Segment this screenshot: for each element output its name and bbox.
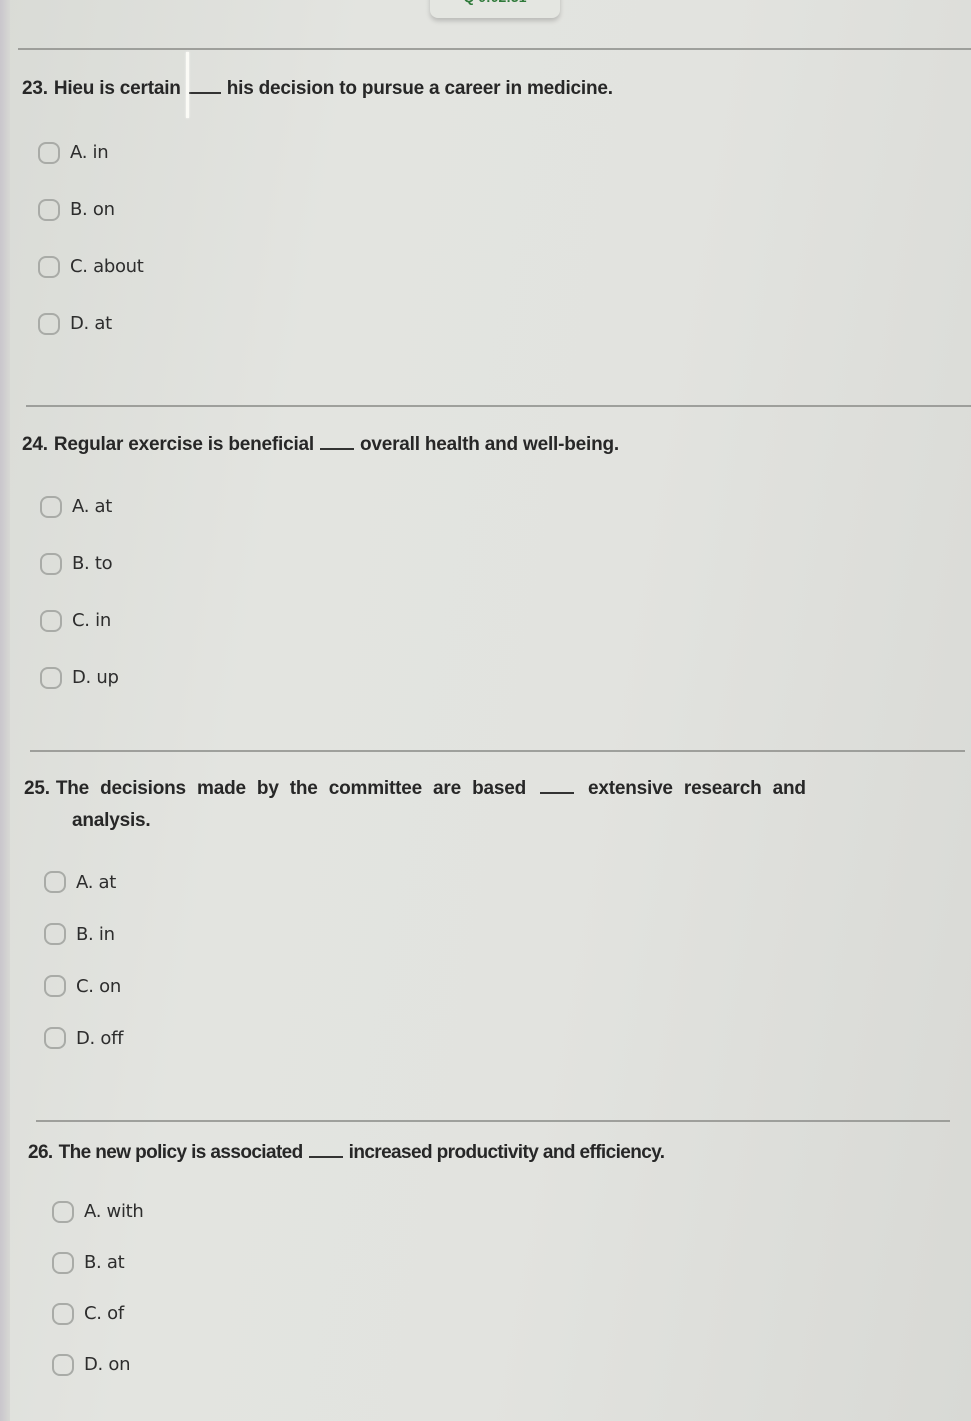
option-23-a[interactable]: A. in <box>38 124 144 181</box>
option-25-c[interactable]: C. on <box>44 960 123 1012</box>
radio-icon[interactable] <box>52 1302 74 1325</box>
option-26-a[interactable]: A. with <box>52 1186 144 1237</box>
divider <box>36 1120 950 1122</box>
radio-icon[interactable] <box>40 609 62 632</box>
option-24-c[interactable]: C. in <box>40 592 119 649</box>
option-23-d[interactable]: D. at <box>38 295 144 352</box>
radio-icon[interactable] <box>52 1200 74 1223</box>
timer-label: Q 0:02:51 <box>463 0 526 5</box>
option-23-b[interactable]: B. on <box>38 181 144 238</box>
question-number: 24. <box>22 434 48 455</box>
screen-left-edge <box>0 0 10 1421</box>
option-25-b[interactable]: B. in <box>44 908 123 960</box>
option-26-c[interactable]: C. of <box>52 1288 144 1339</box>
text-cursor <box>186 52 189 118</box>
option-25-a[interactable]: A. at <box>44 856 123 908</box>
question-25: 25. The decisions made by the committee a… <box>24 773 944 837</box>
question-number: 23. <box>22 78 48 99</box>
options-list-23: A. in B. on C. about D. at <box>38 124 144 352</box>
question-24: 24. Regular exercise is beneficial overall… <box>22 434 619 456</box>
question-number: 25. <box>24 778 50 799</box>
answer-blank <box>319 448 354 450</box>
option-25-d[interactable]: D. off <box>44 1012 124 1064</box>
radio-icon[interactable] <box>44 923 66 945</box>
radio-icon[interactable] <box>44 975 66 997</box>
radio-icon[interactable] <box>38 312 60 335</box>
divider <box>26 405 971 407</box>
question-text-after: extensive research and <box>587 778 806 799</box>
radio-icon[interactable] <box>38 255 60 278</box>
option-26-d[interactable]: D. on <box>52 1339 144 1390</box>
divider <box>30 750 965 752</box>
radio-icon[interactable] <box>40 666 62 689</box>
radio-icon[interactable] <box>40 552 62 575</box>
radio-icon[interactable] <box>38 141 60 164</box>
options-list-26: A. with B. at C. of D. on <box>52 1186 144 1390</box>
radio-icon[interactable] <box>38 198 60 221</box>
option-26-b[interactable]: B. at <box>52 1237 144 1288</box>
option-24-d[interactable]: D. up <box>40 649 119 706</box>
question-text-line2: analysis. <box>72 810 151 831</box>
timer-button[interactable]: Q 0:02:51 <box>430 0 560 18</box>
option-24-b[interactable]: B. to <box>40 535 119 592</box>
question-text-before: Hieu is certain <box>53 78 181 99</box>
question-26: 26. The new policy is associated increased… <box>28 1142 665 1164</box>
options-list-25: A. at B. in C. on D. off <box>44 856 124 1064</box>
radio-icon[interactable] <box>52 1353 74 1376</box>
options-list-24: A. at B. to C. in D. up <box>40 478 119 706</box>
question-text-after: his decision to pursue a career in medic… <box>226 78 613 99</box>
question-number: 26. <box>28 1142 53 1163</box>
question-text-before: The new policy is associated <box>58 1142 304 1163</box>
question-text-before: Regular exercise is beneficial <box>53 434 314 455</box>
divider <box>18 48 971 50</box>
radio-icon[interactable] <box>44 1027 66 1049</box>
question-text-before: The decisions made by the committee are … <box>55 778 526 799</box>
radio-icon[interactable] <box>52 1251 74 1274</box>
question-23: 23. Hieu is certain his decision to pursue… <box>22 78 613 100</box>
answer-blank <box>539 792 574 794</box>
radio-icon[interactable] <box>40 495 62 518</box>
answer-blank <box>186 92 221 94</box>
question-text-after: overall health and well-being. <box>359 434 619 455</box>
option-24-a[interactable]: A. at <box>40 478 119 535</box>
radio-icon[interactable] <box>44 871 66 893</box>
answer-blank <box>308 1156 343 1158</box>
question-text-after: increased productivity and efficiency. <box>348 1142 665 1163</box>
option-23-c[interactable]: C. about <box>38 238 144 295</box>
